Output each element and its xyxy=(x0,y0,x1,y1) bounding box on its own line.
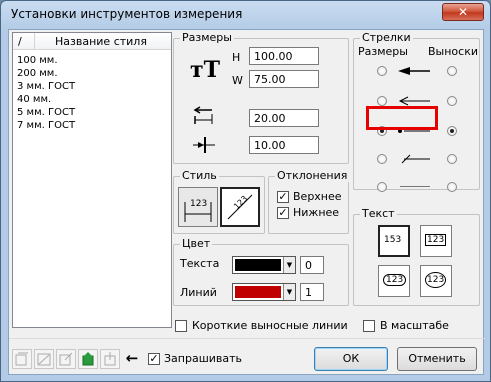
deviations-group-label: Отклонения xyxy=(275,169,350,182)
dialog-window: Установки инструментов измерения ✕ / Наз… xyxy=(0,0,491,382)
arrow-leader-radio-filled[interactable] xyxy=(447,66,457,76)
offset-field[interactable]: 20.00 xyxy=(249,109,319,127)
text-color-picker[interactable]: ▼ xyxy=(232,256,296,274)
arrows-group-label: Стрелки xyxy=(360,31,413,44)
edit-style-button[interactable] xyxy=(56,349,76,369)
style-horizontal-text: 123 xyxy=(190,199,208,209)
upper-deviation-label: Верхнее xyxy=(293,190,342,203)
chevron-down-icon[interactable]: ▼ xyxy=(283,257,295,273)
text-rounded-button[interactable]: 123 xyxy=(378,265,410,297)
width-field[interactable]: 75.00 xyxy=(249,70,319,88)
text-color-index-field[interactable]: 0 xyxy=(300,256,324,274)
short-leaders-label: Короткие выносные линии xyxy=(192,319,348,332)
text-above-line-button[interactable]: 153 xyxy=(378,225,410,257)
width-label: W xyxy=(232,74,243,87)
ask-checkbox[interactable]: ✓ xyxy=(148,353,160,365)
text-boxed-button[interactable]: 123 xyxy=(420,225,452,257)
sort-column-header[interactable]: / xyxy=(18,35,22,48)
text-rounded-sample: 123 xyxy=(383,274,407,286)
to-scale-label: В масштабе xyxy=(380,319,449,332)
color-group: Цвет Текста ▼ 0 Линий ▼ 1 xyxy=(173,237,349,306)
chevron-down-icon[interactable]: ▼ xyxy=(283,284,295,300)
arrow-size-radio-none[interactable] xyxy=(377,182,387,192)
arrow-size-radio-filled[interactable] xyxy=(377,66,387,76)
text-height-icon: тТ xyxy=(190,57,221,83)
edit-style-icon xyxy=(59,352,73,366)
text-circled-sample: 123 xyxy=(425,272,447,288)
text-group-label: Текст xyxy=(360,207,397,220)
back-arrow-button[interactable]: ← xyxy=(122,349,142,369)
arrow-size-radio-slash[interactable] xyxy=(377,154,387,164)
text-color-label: Текста xyxy=(180,257,220,270)
copy-style-button[interactable] xyxy=(12,349,32,369)
style-group-label: Стиль xyxy=(180,169,219,182)
lower-deviation-label: Нижнее xyxy=(293,206,340,219)
arrow-leader-radio-open[interactable] xyxy=(447,96,457,106)
cancel-button[interactable]: Отменить xyxy=(397,347,477,371)
column-header-style-name[interactable]: Название стиля xyxy=(55,35,147,48)
arrow-size-field[interactable]: 10.00 xyxy=(249,136,319,154)
line-color-label: Линий xyxy=(180,286,217,299)
short-leaders-checkbox[interactable] xyxy=(175,320,187,332)
ask-label: Запрашивать xyxy=(164,352,243,365)
ok-button[interactable]: ОК xyxy=(314,347,388,371)
selected-arrow-highlight xyxy=(366,106,438,130)
line-color-picker[interactable]: ▼ xyxy=(232,283,296,301)
load-style-button[interactable] xyxy=(100,349,120,369)
load-style-icon xyxy=(104,352,116,366)
list-item[interactable]: 200 мм. xyxy=(17,68,58,79)
delete-style-button[interactable] xyxy=(34,349,54,369)
height-label: H xyxy=(232,51,241,64)
line-color-index-field[interactable]: 1 xyxy=(300,283,324,301)
list-item[interactable]: 40 мм. xyxy=(17,94,51,105)
list-item[interactable]: 100 мм. xyxy=(17,55,58,66)
deviations-group: Отклонения ✓ Верхнее ✓ Нижнее xyxy=(268,169,350,234)
lower-deviation-checkbox[interactable]: ✓ xyxy=(277,207,289,219)
style-aligned-button[interactable]: 123 xyxy=(220,187,260,227)
save-style-icon xyxy=(82,352,94,366)
arrow-leader-radio-slash[interactable] xyxy=(447,154,457,164)
color-group-label: Цвет xyxy=(180,237,213,250)
text-color-swatch xyxy=(235,259,281,271)
save-style-button[interactable] xyxy=(78,349,98,369)
to-scale-checkbox[interactable] xyxy=(363,320,375,332)
title-bar: Установки инструментов измерения ✕ xyxy=(1,1,490,29)
style-horizontal-button[interactable]: 123 xyxy=(178,187,218,227)
list-item[interactable]: 7 мм. ГОСТ xyxy=(17,120,75,131)
line-color-swatch xyxy=(235,286,281,298)
window-title: Установки инструментов измерения xyxy=(11,7,243,21)
style-group: Стиль 123 123 xyxy=(173,169,265,234)
sizes-group: Размеры тТ H W 100.00 75.00 20.00 10.00 xyxy=(173,31,349,164)
arrow-size-icon xyxy=(192,135,216,158)
text-circled-button[interactable]: 123 xyxy=(420,265,452,297)
list-item[interactable]: 3 мм. ГОСТ xyxy=(17,81,75,92)
text-group: Текст 153 123 123 123 xyxy=(353,207,480,306)
delete-style-icon xyxy=(37,353,51,366)
text-above-sample: 153 xyxy=(384,235,402,245)
height-field[interactable]: 100.00 xyxy=(249,47,319,65)
arrow-size-radio-open[interactable] xyxy=(377,96,387,106)
dialog-body: / Название стиля 100 мм. 200 мм. 3 мм. Г… xyxy=(8,29,485,375)
close-button[interactable]: ✕ xyxy=(442,3,484,21)
style-list[interactable]: / Название стиля 100 мм. 200 мм. 3 мм. Г… xyxy=(12,32,172,328)
copy-style-icon xyxy=(15,352,28,366)
sizes-group-label: Размеры xyxy=(180,31,234,44)
list-item[interactable]: 5 мм. ГОСТ xyxy=(17,107,75,118)
header-divider xyxy=(34,33,35,50)
arrow-leader-radio-none[interactable] xyxy=(447,182,457,192)
list-header: / Название стиля xyxy=(13,33,171,50)
text-boxed-sample: 123 xyxy=(425,234,447,246)
arrow-leader-radio-dot[interactable] xyxy=(447,126,457,136)
footer-divider xyxy=(9,338,485,339)
upper-deviation-checkbox[interactable]: ✓ xyxy=(277,191,289,203)
text-offset-icon xyxy=(192,106,216,129)
